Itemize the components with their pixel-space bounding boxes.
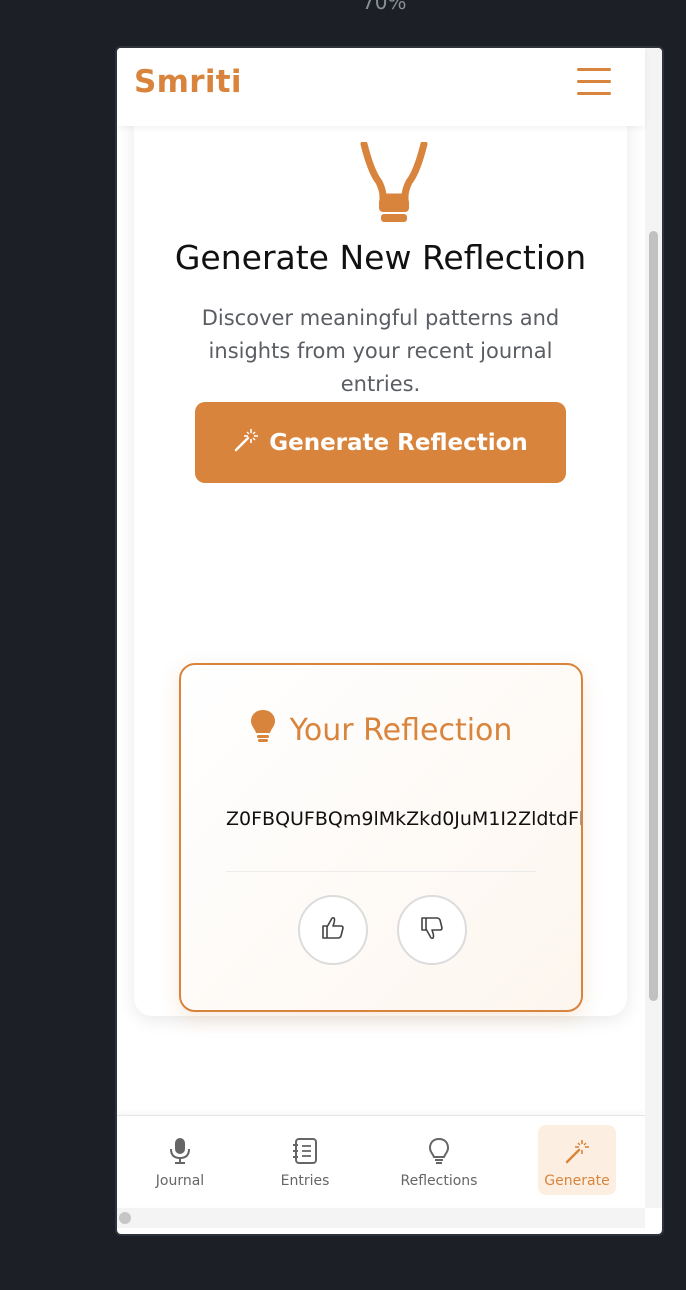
- nav-label: Entries: [280, 1173, 330, 1189]
- menu-bar: [577, 80, 611, 83]
- magic-wand-icon: [233, 427, 259, 459]
- thumbs-up-icon: [320, 915, 346, 945]
- generate-reflection-button[interactable]: Generate Reflection: [195, 402, 566, 483]
- reflection-result: Your Reflection Z0FBQUFBQm9lMkZkd0JuM1I2…: [179, 663, 583, 1012]
- scrollbar-thumb[interactable]: [649, 231, 658, 1001]
- menu-bar: [577, 68, 611, 71]
- nav-label: Generate: [544, 1173, 610, 1189]
- nav-item-journal[interactable]: Journal: [125, 1125, 235, 1195]
- page-description: Discover meaningful patterns and insight…: [201, 306, 560, 396]
- reflection-title: Your Reflection: [289, 712, 513, 748]
- hamburger-menu-button[interactable]: [577, 68, 613, 98]
- page-title: Generate New Reflection: [174, 238, 587, 277]
- microphone-icon: [125, 1137, 235, 1169]
- reflection-text: Z0FBQUFBQm9lMkZkd0JuM1I2ZldtdFhJaWMx: [226, 808, 581, 830]
- nav-item-generate[interactable]: Generate: [538, 1125, 616, 1195]
- generate-card: Generate New Reflection Discover meaning…: [134, 88, 627, 1016]
- nav-item-entries[interactable]: Entries: [250, 1125, 360, 1195]
- app-window: Generate New Reflection Discover meaning…: [115, 46, 664, 1236]
- nav-label: Journal: [155, 1173, 205, 1189]
- vertical-scrollbar[interactable]: [645, 48, 662, 1208]
- generate-button-label: Generate Reflection: [269, 429, 528, 456]
- nav-label: Reflections: [400, 1173, 478, 1189]
- magic-wand-icon: [538, 1137, 616, 1169]
- divider: [226, 871, 536, 872]
- scrollbar-thumb[interactable]: [119, 1212, 131, 1224]
- lightbulb-icon: [250, 709, 276, 751]
- bottom-navigation: Journal Entries Reflections Generate: [117, 1115, 645, 1206]
- app-logo[interactable]: Smriti: [134, 64, 242, 100]
- reflection-heading: Your Reflection: [181, 709, 581, 751]
- menu-bar: [577, 92, 611, 95]
- app-header: Smriti: [117, 48, 645, 126]
- lightbulb-icon: [359, 140, 429, 236]
- nav-item-reflections[interactable]: Reflections: [384, 1125, 494, 1195]
- notebook-icon: [250, 1137, 360, 1169]
- lightbulb-icon: [384, 1137, 494, 1169]
- zoom-level: 70%: [362, 0, 407, 14]
- thumbs-down-button[interactable]: [397, 895, 467, 965]
- thumbs-up-button[interactable]: [298, 895, 368, 965]
- thumbs-down-icon: [419, 915, 445, 945]
- horizontal-scrollbar[interactable]: [117, 1208, 645, 1228]
